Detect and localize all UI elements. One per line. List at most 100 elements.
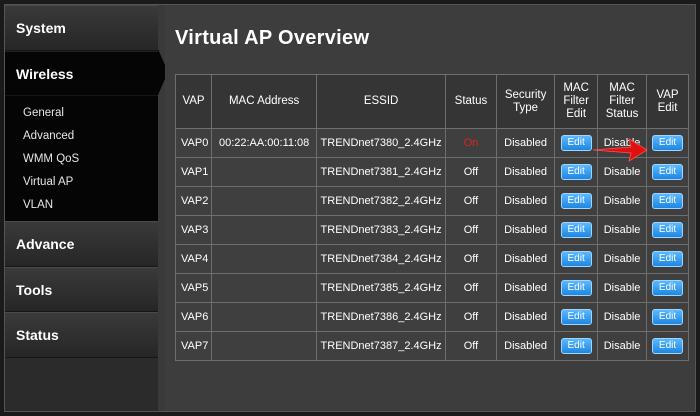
header-line: Edit bbox=[657, 101, 678, 114]
cell-vap-edit: Edit bbox=[646, 157, 689, 187]
cell-vap-edit: Edit bbox=[646, 186, 689, 216]
cell-mac-filter-edit: Edit bbox=[554, 215, 599, 245]
mac-filter-edit-button[interactable]: Edit bbox=[560, 193, 592, 209]
cell-mac-address bbox=[211, 302, 318, 332]
cell-security-type: Disabled bbox=[495, 157, 556, 187]
cell-mac-filter-edit: Edit bbox=[554, 331, 599, 361]
cell-vap: VAP5 bbox=[174, 273, 213, 303]
header-line: Filter bbox=[563, 95, 589, 107]
mac-filter-edit-button[interactable]: Edit bbox=[560, 338, 592, 354]
cell-essid: TRENDnet7387_2.4GHz bbox=[316, 331, 446, 361]
col-header-vap: VAP bbox=[174, 74, 213, 129]
status-text: Off bbox=[463, 224, 479, 236]
status-text: Off bbox=[463, 282, 479, 294]
cell-vap-edit: Edit bbox=[646, 331, 689, 361]
cell-status: On bbox=[444, 128, 497, 158]
cell-status: Off bbox=[444, 244, 497, 274]
sidebar: System Wireless General Advanced WMM QoS… bbox=[5, 5, 158, 411]
col-header-mac-address: MAC Address bbox=[211, 74, 318, 129]
wireless-submenu: General Advanced WMM QoS Virtual AP VLAN bbox=[5, 96, 158, 221]
cell-mac-filter-status: Disable bbox=[597, 244, 648, 274]
router-admin-frame: System Wireless General Advanced WMM QoS… bbox=[4, 4, 696, 412]
nav-advance[interactable]: Advance bbox=[5, 221, 158, 267]
cell-status: Off bbox=[444, 215, 497, 245]
mac-filter-edit-button[interactable]: Edit bbox=[560, 280, 592, 296]
status-text: Off bbox=[463, 311, 479, 323]
header-line: MAC bbox=[563, 82, 589, 94]
cell-security-type: Disabled bbox=[495, 302, 556, 332]
table-row: VAP3 TRENDnet7383_2.4GHz Off Disabled Edit Di… bbox=[174, 215, 689, 245]
nav-status[interactable]: Status bbox=[5, 312, 158, 358]
nav-advance-label: Advance bbox=[16, 236, 75, 252]
cell-mac-address: 00:22:AA:00:11:08 bbox=[211, 128, 318, 158]
submenu-item-virtual-ap[interactable]: Virtual AP bbox=[23, 176, 73, 188]
cell-vap: VAP0 bbox=[174, 128, 213, 158]
vap-edit-button[interactable]: Edit bbox=[652, 280, 684, 296]
cell-status: Off bbox=[444, 331, 497, 361]
submenu-item-wmm-qos[interactable]: WMM QoS bbox=[23, 153, 79, 165]
cell-essid: TRENDnet7384_2.4GHz bbox=[316, 244, 446, 274]
header-line: MAC bbox=[609, 82, 635, 94]
vap-edit-button[interactable]: Edit bbox=[652, 222, 684, 238]
cell-mac-filter-status: Disable bbox=[597, 331, 648, 361]
nav-status-label: Status bbox=[16, 327, 59, 343]
cell-status: Off bbox=[444, 186, 497, 216]
cell-essid: TRENDnet7380_2.4GHz bbox=[316, 128, 446, 158]
submenu-item-advanced[interactable]: Advanced bbox=[23, 130, 74, 142]
table-row: VAP6 TRENDnet7386_2.4GHz Off Disabled Edit Di… bbox=[174, 302, 689, 332]
submenu-item-vlan[interactable]: VLAN bbox=[23, 199, 53, 211]
col-header-security-type: Security Type bbox=[495, 74, 556, 129]
vap-edit-button[interactable]: Edit bbox=[652, 251, 684, 267]
cell-essid: TRENDnet7385_2.4GHz bbox=[316, 273, 446, 303]
table-row: VAP4 TRENDnet7384_2.4GHz Off Disabled Edit Di… bbox=[174, 244, 689, 274]
cell-vap-edit: Edit bbox=[646, 128, 689, 158]
vap-table: VAP MAC Address ESSID Status Security Ty… bbox=[174, 74, 689, 361]
cell-security-type: Disabled bbox=[495, 244, 556, 274]
vap-edit-button[interactable]: Edit bbox=[652, 338, 684, 354]
nav-tools[interactable]: Tools bbox=[5, 267, 158, 312]
red-arrow-icon bbox=[592, 138, 648, 162]
cell-essid: TRENDnet7386_2.4GHz bbox=[316, 302, 446, 332]
vap-edit-button[interactable]: Edit bbox=[652, 309, 684, 325]
cell-mac-filter-status: Disable bbox=[597, 302, 648, 332]
cell-vap: VAP7 bbox=[174, 331, 213, 361]
header-line: Filter bbox=[609, 95, 635, 107]
col-header-essid: ESSID bbox=[316, 74, 446, 129]
cell-vap-edit: Edit bbox=[646, 244, 689, 274]
mac-filter-edit-button[interactable]: Edit bbox=[560, 309, 592, 325]
table-row: VAP5 TRENDnet7385_2.4GHz Off Disabled Edit Di… bbox=[174, 273, 689, 303]
main-content: Virtual AP Overview VAP MAC Address ESSI… bbox=[165, 5, 695, 411]
col-header-vap-edit: VAP Edit bbox=[646, 74, 689, 129]
cell-mac-filter-edit: Edit bbox=[554, 186, 599, 216]
vap-edit-button[interactable]: Edit bbox=[652, 135, 684, 151]
nav-system-label: System bbox=[16, 20, 66, 36]
header-line: Type bbox=[513, 101, 539, 114]
cell-vap: VAP4 bbox=[174, 244, 213, 274]
header-line: Edit bbox=[566, 108, 587, 120]
col-header-mac-filter-status: MAC Filter Status bbox=[597, 74, 648, 129]
status-text: Off bbox=[463, 340, 479, 352]
mac-filter-edit-button[interactable]: Edit bbox=[560, 222, 592, 238]
cell-mac-address bbox=[211, 186, 318, 216]
table-row: VAP2 TRENDnet7382_2.4GHz Off Disabled Edit Di… bbox=[174, 186, 689, 216]
cell-mac-filter-status: Disable bbox=[597, 215, 648, 245]
cell-mac-address bbox=[211, 215, 318, 245]
cell-security-type: Disabled bbox=[495, 215, 556, 245]
cell-mac-filter-edit: Edit bbox=[554, 273, 599, 303]
mac-filter-edit-button[interactable]: Edit bbox=[560, 251, 592, 267]
nav-wireless[interactable]: Wireless bbox=[5, 51, 158, 96]
cell-mac-address bbox=[211, 331, 318, 361]
table-row: VAP7 TRENDnet7387_2.4GHz Off Disabled Edit Di… bbox=[174, 331, 689, 361]
col-header-status: Status bbox=[444, 74, 497, 129]
cell-vap: VAP2 bbox=[174, 186, 213, 216]
header-line: VAP bbox=[656, 88, 679, 101]
vap-edit-button[interactable]: Edit bbox=[652, 164, 684, 180]
status-text: Off bbox=[463, 166, 479, 178]
cell-mac-filter-edit: Edit bbox=[554, 302, 599, 332]
vap-edit-button[interactable]: Edit bbox=[652, 193, 684, 209]
mac-filter-edit-button[interactable]: Edit bbox=[560, 135, 592, 151]
submenu-item-general[interactable]: General bbox=[23, 107, 64, 119]
cell-mac-filter-status: Disable bbox=[597, 186, 648, 216]
nav-system[interactable]: System bbox=[5, 5, 158, 51]
mac-filter-edit-button[interactable]: Edit bbox=[560, 164, 592, 180]
